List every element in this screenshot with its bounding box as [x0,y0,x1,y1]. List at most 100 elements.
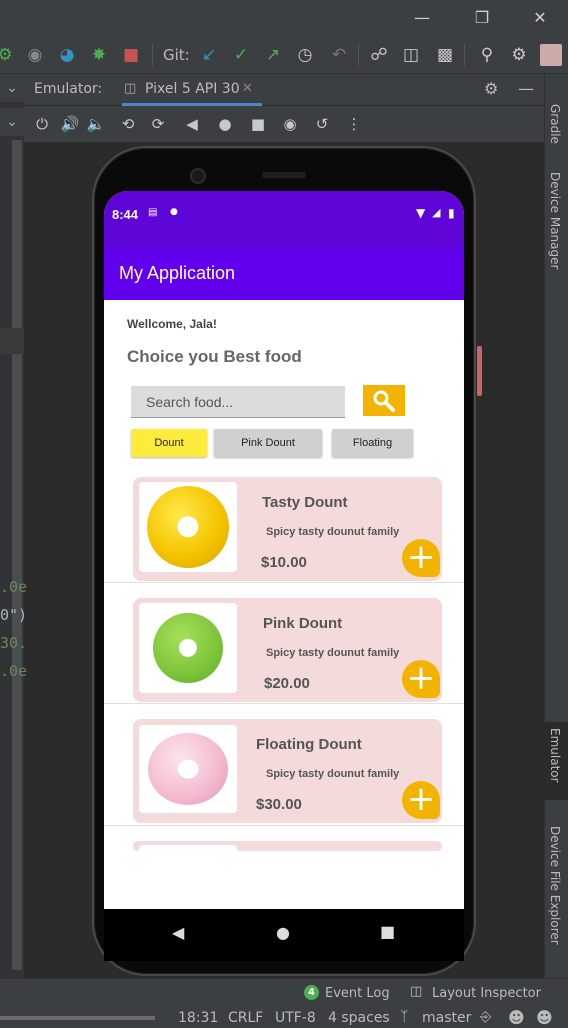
rollback-icon[interactable]: ↶ [328,44,350,66]
item-price: $20.00 [264,675,310,692]
current-line-highlight [0,328,24,354]
item-image [139,845,237,851]
emulator-settings-icon[interactable]: ⚙ [484,79,498,98]
device-mirror-icon[interactable]: ◫ [400,44,422,66]
signal-icon: ◢ [432,206,441,219]
editor-gutter: ⌄ ⌄ [0,74,24,978]
add-to-cart-button[interactable]: + [402,539,440,577]
volume-down-icon[interactable]: 🔈 [86,114,106,134]
emulator-header: Emulator: ◫ Pixel 5 API 30 ✕ ⚙ — [24,74,544,106]
add-to-cart-button[interactable]: + [402,781,440,819]
device-manager-icon[interactable]: ☍ [368,44,390,66]
list-item[interactable]: Tasty Dount Spicy tasty dounut family $1… [133,477,442,581]
git-commit-icon[interactable]: ✓ [230,44,252,66]
list-item[interactable] [133,841,442,851]
ide-status-bar: 4 Event Log ◫ Layout Inspector 18:31 CRL… [0,978,568,1028]
settings-gear-icon[interactable]: ⚙ [508,44,530,66]
wifi-icon: ▼ [416,206,426,220]
donut-image [148,733,228,805]
overview-icon[interactable]: ■ [248,114,268,134]
cursor-position[interactable]: 18:31 [178,1010,218,1026]
indent-setting[interactable]: 4 spaces [328,1010,390,1026]
screenshot-icon[interactable]: ◉ [280,114,300,134]
chevron-down-icon[interactable]: ⌄ [0,74,24,102]
ide-toolbar: ⚙ ◉ ◕ ✸ ■ ↙ ✓ ↗ ◷ ↶ ☍ ◫ ▩ ⚲ ⚙ [0,36,568,74]
donut-image [147,486,229,568]
tab-device-manager[interactable]: Device Manager [548,172,562,269]
editor-scrollbar[interactable] [12,140,22,970]
item-description: Spicy tasty dounut family [266,768,400,780]
search-icon[interactable]: ⚲ [476,44,498,66]
chip-floating[interactable]: Floating [332,429,413,457]
restore-icon[interactable]: ❐ [472,8,492,28]
close-icon[interactable]: ✕ [530,8,550,28]
tab-emulator[interactable]: Emulator [548,728,562,783]
volume-up-icon[interactable]: 🔊 [60,114,80,134]
item-description: Spicy tasty dounut family [266,526,400,538]
back-icon[interactable]: ◀ [182,114,202,134]
front-camera [190,168,206,184]
line-ending[interactable]: CRLF [228,1010,263,1026]
item-price: $30.00 [256,796,302,813]
item-image [139,482,237,572]
snapshot-icon[interactable]: ↺ [312,114,332,134]
search-button[interactable] [363,385,405,416]
search-input[interactable]: Search food... [131,386,345,418]
git-update-icon[interactable]: ↙ [198,44,220,66]
chip-pink-dount[interactable]: Pink Dount [214,429,322,457]
sdk-manager-icon[interactable]: ▩ [434,44,456,66]
chip-dount[interactable]: Dount [131,429,207,457]
status-time: 8:44 [112,207,139,222]
code-fragment: 30. [0,634,28,652]
battery-icon: ▮ [448,206,455,220]
item-title: Tasty Dount [262,494,348,511]
profile-icon[interactable]: ◕ [56,44,78,66]
list-item[interactable]: Floating Dount Spicy tasty dounut family… [133,719,442,823]
home-icon[interactable]: ● [215,114,235,134]
minimize-icon[interactable]: — [412,8,432,28]
power-button[interactable] [477,346,482,396]
smiley-icon[interactable]: ☻ [508,1008,525,1027]
code-fragment: .0e [0,578,28,596]
sync-icon[interactable]: ⚙ [0,44,16,66]
git-branch-icon: ᛉ [400,1009,409,1025]
tab-device-file-explorer[interactable]: Device File Explorer [548,826,562,945]
nav-overview-icon[interactable]: ■ [380,922,395,941]
chevron-down-icon[interactable]: ⌄ [0,108,24,136]
apply-changes-icon[interactable]: ◉ [24,44,46,66]
event-log-link[interactable]: Event Log [325,986,390,1001]
lock-icon[interactable]: ⎆ [480,1009,491,1025]
rotate-right-icon[interactable]: ⟳ [148,114,168,134]
notifications-icon[interactable]: ☻ [536,1008,553,1027]
file-encoding[interactable]: UTF-8 [275,1010,316,1026]
user-avatar[interactable] [540,44,562,66]
app-title: My Application [119,263,236,283]
speaker-grille [262,172,306,178]
dot-icon: ● [170,207,178,217]
progress-bar [0,1016,155,1020]
git-branch[interactable]: master [422,1010,471,1026]
history-icon[interactable]: ◷ [294,44,316,66]
hide-panel-icon[interactable]: — [518,79,534,98]
rotate-left-icon[interactable]: ⟲ [118,114,138,134]
list-item[interactable]: Pink Dount Spicy tasty dounut family $20… [133,598,442,702]
stop-icon[interactable]: ■ [120,44,142,66]
debug-icon[interactable]: ✸ [88,44,110,66]
greeting-text: Wellcome, Jala! [127,317,217,331]
layout-inspector-link[interactable]: Layout Inspector [432,986,541,1001]
divider [104,703,464,704]
donut-image [153,613,223,683]
git-label: Git: [163,46,190,64]
layout-inspector-icon: ◫ [410,984,423,999]
power-icon[interactable]: ⏻ [32,114,52,134]
add-to-cart-button[interactable]: + [402,660,440,698]
tab-gradle[interactable]: Gradle [548,104,562,144]
nav-home-icon[interactable]: ● [276,923,290,942]
nav-back-icon[interactable]: ◀ [172,923,184,942]
tab-device[interactable]: Pixel 5 API 30 [145,81,240,97]
event-log-badge: 4 [304,985,319,1000]
more-options-icon[interactable]: ⋮ [344,114,364,134]
git-push-icon[interactable]: ↗ [262,44,284,66]
close-tab-icon[interactable]: ✕ [242,81,253,96]
item-image [139,725,237,813]
